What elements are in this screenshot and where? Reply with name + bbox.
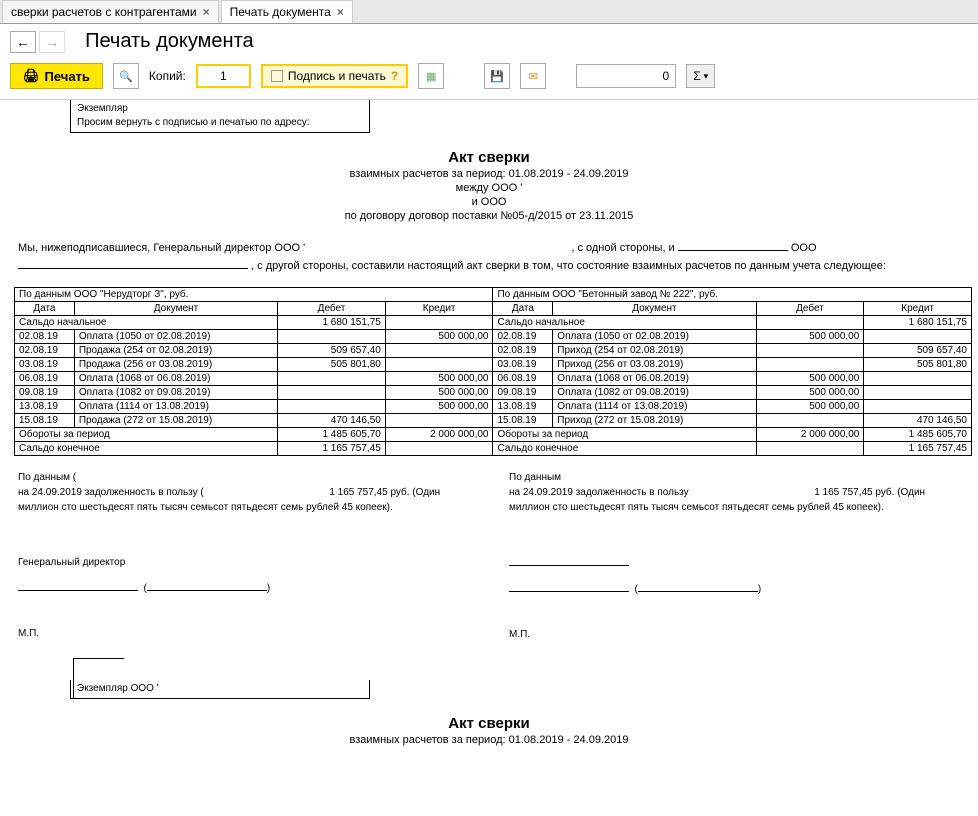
number-input[interactable] [576,64,676,88]
sum-button[interactable]: Σ ▾ [686,64,715,88]
document-preamble: Мы, нижеподписавшиеся, Генеральный дирек… [18,240,960,275]
page-title: Печать документа [85,30,254,53]
signature-title-right [509,555,629,566]
envelope-icon: ✉ [529,70,538,83]
tab-label: Печать документа [230,5,331,19]
return-address-box: Экземпляр Просим вернуть с подписью и пе… [70,100,370,133]
tab-bar: сверки расчетов с контрагентами × Печать… [0,0,978,24]
table-row: 15.08.19Продажа (272 от 15.08.2019)470 1… [15,414,972,428]
close-icon[interactable]: × [337,5,344,19]
table-row: 02.08.19Оплата (1050 от 02.08.2019)500 0… [15,330,972,344]
preview-button[interactable]: 🔍 [113,63,139,89]
checkbox-icon [271,70,283,82]
sigma-icon: Σ [693,69,700,83]
document-title: Акт сверки [10,149,968,166]
chevron-down-icon: ▾ [704,71,709,82]
save-button[interactable]: 💾 [484,63,510,89]
image-button[interactable]: ▦ [418,63,444,89]
copies-input[interactable] [196,64,251,88]
reconciliation-table: По данным ООО "Нерудторг З", руб. По дан… [14,287,972,456]
diskette-icon: 💾 [490,70,504,83]
help-icon: ? [391,69,398,83]
document-area: Экземпляр Просим вернуть с подписью и пе… [0,100,978,766]
printer-icon: 🖨 [23,68,40,84]
signature-title-left: Генеральный директор [18,555,469,570]
sign-and-print-button[interactable]: Подпись и печать ? [261,64,408,88]
back-button[interactable]: ← [10,31,36,53]
table-row: 03.08.19Продажа (256 от 03.08.2019)505 8… [15,358,972,372]
picture-icon: ▦ [426,70,436,83]
second-copy: Экземпляр ООО ' Акт сверки взаимных расч… [10,680,968,746]
tab-reconciliation[interactable]: сверки расчетов с контрагентами × [2,0,219,23]
page-header: ← → Печать документа [0,24,978,59]
tab-label: сверки расчетов с контрагентами [11,5,197,19]
close-icon[interactable]: × [203,5,210,19]
print-label: Печать [45,69,90,84]
tab-print-document[interactable]: Печать документа × [221,0,353,23]
table-row: 13.08.19Оплата (1114 от 13.08.2019)500 0… [15,400,972,414]
email-button[interactable]: ✉ [520,63,546,89]
table-row: 09.08.19Оплата (1082 от 09.08.2019)500 0… [15,386,972,400]
toolbar: 🖨 Печать 🔍 Копий: Подпись и печать ? ▦ 💾… [0,59,978,100]
stamp-right: М.П. [509,627,960,642]
document-subtitle: взаимных расчетов за период: 01.08.2019 … [10,168,968,180]
copies-label: Копий: [149,69,186,83]
forward-button[interactable]: → [39,31,65,53]
print-button[interactable]: 🖨 Печать [10,63,103,89]
table-row: 06.08.19Оплата (1068 от 06.08.2019)500 0… [15,372,972,386]
summary-block: По данным ( на 24.09.2019 задолженность … [18,470,960,642]
table-row: 02.08.19Продажа (254 от 02.08.2019)509 6… [15,344,972,358]
magnifier-icon: 🔍 [119,70,133,83]
stamp-left: М.П. [18,626,469,641]
